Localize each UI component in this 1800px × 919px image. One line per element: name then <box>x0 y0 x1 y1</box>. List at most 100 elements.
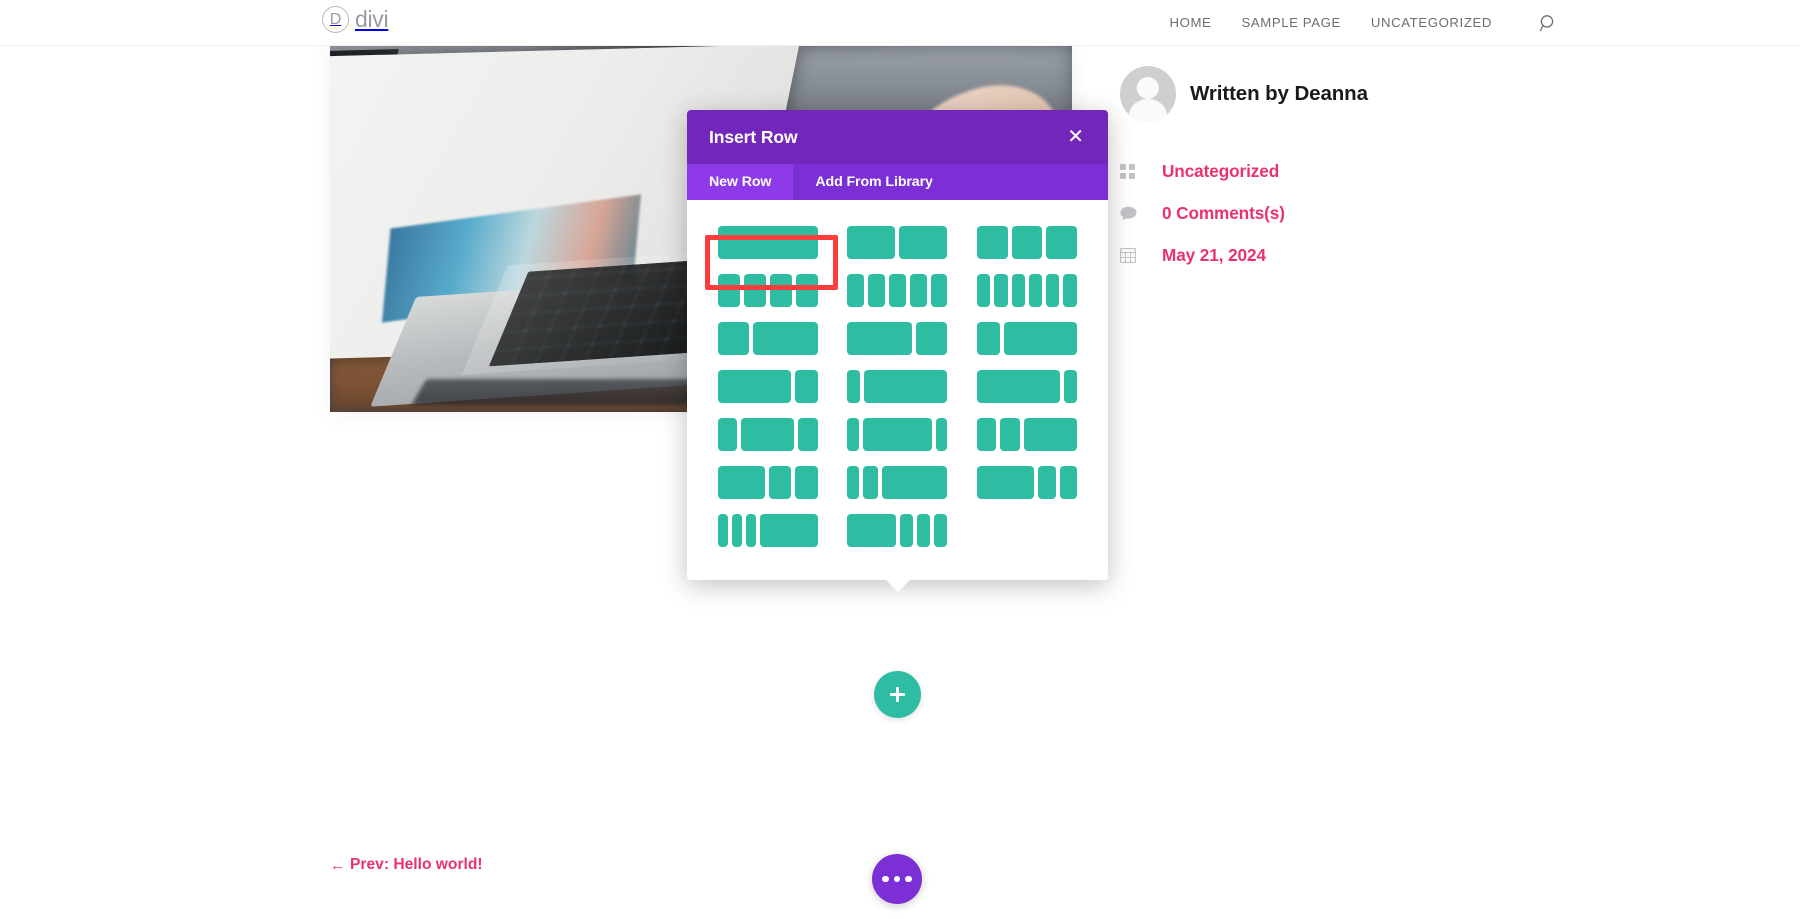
page-root: D divi HOME SAMPLE PAGE UNCATEGORIZED Wr… <box>0 0 1800 919</box>
row-layout-preview <box>717 458 818 506</box>
row-layout-option-5-column[interactable] <box>833 266 963 314</box>
row-layout-option-quarter-threequarters[interactable] <box>962 314 1092 362</box>
column-block <box>798 417 818 451</box>
row-layout-preview <box>717 410 818 458</box>
row-layout-option-third-twothirds[interactable] <box>703 314 833 362</box>
row-layout-option-3-column[interactable] <box>962 218 1092 266</box>
column-block <box>717 417 738 451</box>
column-block <box>1011 273 1025 307</box>
prev-post-label: Prev: Hello world! <box>350 856 483 873</box>
row-layout-option-1-column[interactable] <box>703 218 833 266</box>
row-layout-option-4-column[interactable] <box>703 266 833 314</box>
row-layout-option-6-column[interactable] <box>962 266 1092 314</box>
modal-pointer <box>884 579 911 592</box>
column-block <box>717 465 766 499</box>
post-meta-list: Uncategorized 0 Comments(s) May 21, 2024 <box>1120 150 1500 276</box>
column-block <box>769 465 792 499</box>
search-glyph <box>1539 14 1553 31</box>
calendar-icon <box>1120 247 1162 263</box>
author-name: Written by Deanna <box>1190 82 1368 105</box>
column-block <box>1046 225 1078 259</box>
post-meta-sidebar: Written by Deanna Uncategorized 0 Commen… <box>1120 66 1500 276</box>
column-block <box>1011 225 1043 259</box>
column-block <box>717 225 818 259</box>
column-block <box>743 273 766 307</box>
builder-menu-button[interactable] <box>872 854 922 904</box>
row-layout-option-quarter-quarter-half[interactable] <box>962 410 1092 458</box>
meta-row-comments: 0 Comments(s) <box>1120 192 1500 234</box>
meta-link-category[interactable]: Uncategorized <box>1162 161 1279 182</box>
column-block <box>1004 321 1078 355</box>
avatar <box>1120 66 1176 122</box>
modal-tabs: New Row Add From Library <box>687 164 1108 200</box>
row-layout-preview <box>717 266 818 314</box>
search-icon[interactable] <box>1534 9 1562 37</box>
column-block <box>862 465 879 499</box>
main-navigation: HOME SAMPLE PAGE UNCATEGORIZED <box>1154 0 1507 46</box>
prev-post-link[interactable]: ← Prev: Hello world! <box>330 856 483 874</box>
row-layout-option-threequarters-quarter[interactable] <box>703 362 833 410</box>
column-block <box>868 273 886 307</box>
author-row: Written by Deanna <box>1120 66 1500 122</box>
column-block <box>900 513 914 547</box>
row-layout-option-fourfifths-fifth[interactable] <box>962 362 1092 410</box>
nav-item-home[interactable]: HOME <box>1154 0 1226 46</box>
meta-link-date[interactable]: May 21, 2024 <box>1162 245 1266 266</box>
row-layout-option-sixth-sixth-twothirds[interactable] <box>833 458 963 506</box>
row-layout-option-half-quarter-quarter[interactable] <box>703 458 833 506</box>
row-layout-preview <box>847 362 948 410</box>
close-icon[interactable]: ✕ <box>1065 123 1086 151</box>
tab-new-row[interactable]: New Row <box>687 164 794 200</box>
row-layout-option-quarter-half-quarter[interactable] <box>703 410 833 458</box>
column-block <box>1046 273 1060 307</box>
column-block <box>977 417 997 451</box>
comment-bubble-icon <box>1120 206 1162 221</box>
row-layout-option-half-sixth-sixth-sixth[interactable] <box>833 506 963 554</box>
column-block <box>795 273 818 307</box>
column-block <box>909 273 927 307</box>
row-layout-option-2-column[interactable] <box>833 218 963 266</box>
row-layout-preview <box>977 362 1078 410</box>
add-row-button[interactable] <box>874 671 921 718</box>
column-block <box>994 273 1008 307</box>
row-layout-option-twothirds-third[interactable] <box>833 314 963 362</box>
row-layout-preview <box>847 266 948 314</box>
meta-row-category: Uncategorized <box>1120 150 1500 192</box>
tab-add-from-library[interactable]: Add From Library <box>793 164 954 200</box>
meta-row-date: May 21, 2024 <box>1120 234 1500 276</box>
column-block <box>847 369 861 403</box>
row-layout-option-sixth-twothirds-sixth[interactable] <box>833 410 963 458</box>
nav-item-sample-page[interactable]: SAMPLE PAGE <box>1226 0 1355 46</box>
row-layout-preview <box>977 458 1078 506</box>
modal-body <box>687 200 1108 580</box>
column-block <box>769 273 792 307</box>
ellipsis-icon <box>882 875 889 883</box>
ellipsis-icon <box>905 875 912 883</box>
column-block <box>847 321 913 355</box>
column-block <box>794 369 818 403</box>
row-layout-option-fifth-fourfifths[interactable] <box>833 362 963 410</box>
column-block <box>717 369 791 403</box>
nav-item-uncategorized[interactable]: UNCATEGORIZED <box>1356 0 1507 46</box>
row-layout-preview <box>847 458 948 506</box>
meta-link-comments[interactable]: 0 Comments(s) <box>1162 203 1285 224</box>
column-block <box>1064 369 1078 403</box>
column-block <box>1000 417 1020 451</box>
row-layout-option-sixth-sixth-sixth-half[interactable] <box>703 506 833 554</box>
modal-header: Insert Row ✕ <box>687 110 1108 164</box>
column-block <box>1038 465 1056 499</box>
column-block <box>731 513 742 547</box>
modal-title: Insert Row <box>709 126 798 147</box>
column-block <box>745 513 756 547</box>
site-logo[interactable]: D divi <box>322 6 389 33</box>
arrow-left-icon: ← <box>330 856 345 874</box>
column-block <box>934 513 948 547</box>
row-layout-option-half-sixth-sixth-b[interactable] <box>962 458 1092 506</box>
site-logo-text: divi <box>355 6 389 32</box>
row-layout-preview <box>847 218 948 266</box>
column-block <box>717 321 750 355</box>
divi-logo-icon: D <box>322 6 349 33</box>
column-block <box>864 369 948 403</box>
column-block <box>795 465 818 499</box>
column-block <box>717 273 740 307</box>
